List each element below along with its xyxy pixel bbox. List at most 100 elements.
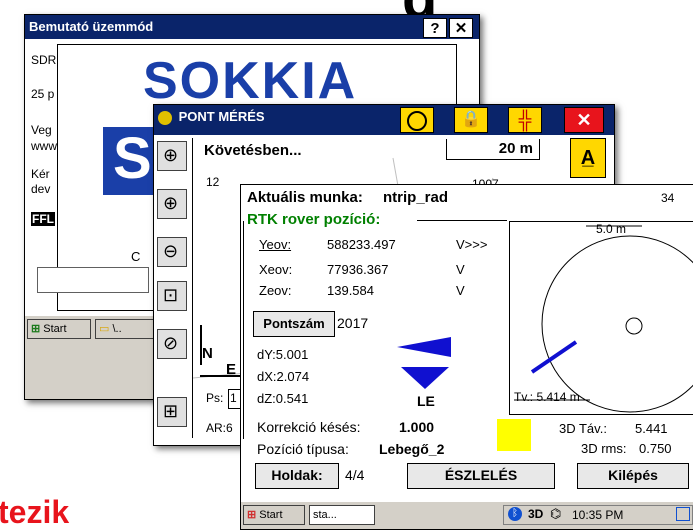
ar-label: AR:6 (206, 421, 233, 435)
zoom-in-icon: ⊕ (163, 193, 179, 213)
kilepes-button[interactable]: Kilépés (577, 463, 689, 489)
work-name: ntrip_rad (383, 189, 449, 206)
clock[interactable]: 10:35 PM (572, 508, 623, 522)
help-button[interactable]: ? (423, 18, 447, 38)
east-axis-line (200, 375, 240, 377)
yeov-unit: V>>> (456, 237, 488, 252)
sokkia-s-mark: S (113, 126, 152, 191)
zeov-value: 139.584 (327, 283, 374, 298)
demo-line-1: 25 p (31, 87, 55, 101)
holdak-button[interactable]: Holdak: (255, 463, 339, 489)
windows-flag-icon: ⊞ (247, 509, 257, 521)
tav-label: 3D Táv.: (559, 421, 607, 436)
folder-icon: ▭ (99, 323, 110, 335)
demo-partial-c: C (131, 249, 141, 264)
zoom-in-button[interactable]: ⊕ (157, 189, 187, 219)
rms-label: 3D rms: (581, 441, 627, 456)
task-item-label: sta... (313, 509, 337, 521)
gps-3d-icon[interactable]: 3D (528, 507, 543, 521)
pm-close-button[interactable]: ✕ (564, 107, 604, 133)
korrekcio-label: Korrekció késés: (257, 419, 361, 435)
zoom-all-button[interactable]: ⊞ (157, 397, 187, 427)
map-scale-label: 20 m (498, 140, 533, 157)
pontszam-button[interactable]: Pontszám (253, 311, 335, 337)
lock-button[interactable]: 🔒 (454, 107, 488, 133)
radar-center-ring (625, 317, 643, 335)
zoom-out-icon: ⊖ (163, 241, 179, 261)
close-x-icon: ✕ (576, 110, 592, 130)
bg-start-button[interactable]: ⊞ Start (27, 319, 91, 339)
pozicio-value: Lebegő_2 (379, 441, 445, 457)
circle-target-icon (407, 111, 427, 131)
start-button[interactable]: ⊞ Start (243, 505, 305, 525)
rms-value: 0.750 (639, 441, 672, 456)
map-label-12: 12 (206, 175, 220, 189)
bottom-red-text: tezik (0, 494, 70, 530)
radar-tv-label: Tv.: 5.414 m (514, 390, 580, 404)
task-item-sta[interactable]: sta... (309, 505, 375, 525)
radar-panel: 5.0 m Tv.: 5.414 m (509, 221, 693, 415)
xeov-value: 77936.367 (327, 262, 389, 277)
windows-flag-icon: ⊞ (31, 323, 41, 335)
ruler-icon: A̲ (580, 147, 596, 169)
ps-label: Ps: (206, 391, 224, 405)
work-label: Aktuális munka: (247, 189, 363, 206)
direction-label: LE (417, 393, 435, 409)
north-axis-line (200, 325, 202, 365)
demo-input-box (37, 267, 149, 293)
target-button[interactable] (400, 107, 434, 133)
system-tray: ᛒ 3D ⌬ 10:35 PM (503, 505, 693, 525)
demo-line-5: dev (31, 182, 51, 196)
lock-icon: 🔒 (461, 111, 481, 128)
bluetooth-icon[interactable]: ᛒ (508, 507, 522, 521)
sokkia-globe-icon (158, 110, 172, 125)
zoom-window-icon: ⊡ (163, 285, 179, 305)
korrekcio-value: 1.000 (399, 419, 435, 435)
tav-value: 5.441 (635, 421, 668, 436)
close-button[interactable]: ✕ (449, 18, 473, 38)
point-count: 34 (661, 191, 675, 205)
delta-y: dY:5.001 (257, 347, 309, 362)
rtk-section-left-border (243, 221, 244, 439)
zoom-previous-icon: ⊘ (163, 333, 179, 353)
yeov-label: Yeov: (259, 237, 292, 252)
pozicio-label: Pozíció típusa: (257, 441, 349, 457)
split-button[interactable]: ╬ (508, 107, 542, 133)
sokkia-logo: SOKKIA (143, 52, 358, 110)
zoom-window-button[interactable]: ⊡ (157, 281, 187, 311)
zoom-all-icon: ⊞ (163, 401, 179, 421)
delta-x: dX:2.074 (257, 369, 310, 384)
map-scale: 20 m (446, 139, 540, 160)
bg-start-label: Start (43, 323, 67, 335)
rtk-section-title: RTK rover pozíció: (247, 211, 381, 228)
satellite-icon[interactable]: ⌬ (550, 506, 561, 522)
zoom-pan-button[interactable]: ⊕ (157, 141, 187, 171)
eszleles-button[interactable]: ÉSZLELÉS (407, 463, 555, 489)
direction-arrow-icon (397, 337, 451, 389)
yeov-value: 588233.497 (327, 237, 396, 252)
zeov-unit: V (456, 283, 465, 298)
pm-title: PONT MÉRÉS (178, 109, 265, 124)
xeov-label: Xeov: (259, 262, 293, 277)
xeov-unit: V (456, 262, 465, 277)
demo-line-2: Veg (31, 123, 52, 137)
zoom-pan-icon: ⊕ (163, 145, 179, 165)
pm-titlebar: PONT MÉRÉS (154, 105, 614, 135)
zeov-label: Zeov: (259, 283, 292, 298)
radar-outer-ring (541, 235, 693, 413)
demo-title: Bemutató üzemmód (25, 15, 479, 39)
bg-task-item-label: \.. (112, 323, 122, 335)
tracking-status: Követésben... (204, 142, 302, 159)
zoom-previous-button[interactable]: ⊘ (157, 329, 187, 359)
bg-task-item[interactable]: ▭ \.. (95, 319, 155, 339)
measure-edit-button[interactable]: A̲ (570, 138, 606, 178)
desktop-icon[interactable] (676, 507, 690, 521)
rtk-section-line (417, 220, 507, 221)
split-icon: ╬ (518, 110, 532, 130)
north-axis-label: N (202, 345, 213, 362)
fix-status-indicator (497, 419, 531, 451)
holdak-value: 4/4 (345, 467, 365, 483)
rtk-rover-window: Aktuális munka: ntrip_rad 34 RTK rover p… (240, 184, 693, 530)
zoom-out-button[interactable]: ⊖ (157, 237, 187, 267)
demo-line-6: FFL (31, 212, 55, 226)
